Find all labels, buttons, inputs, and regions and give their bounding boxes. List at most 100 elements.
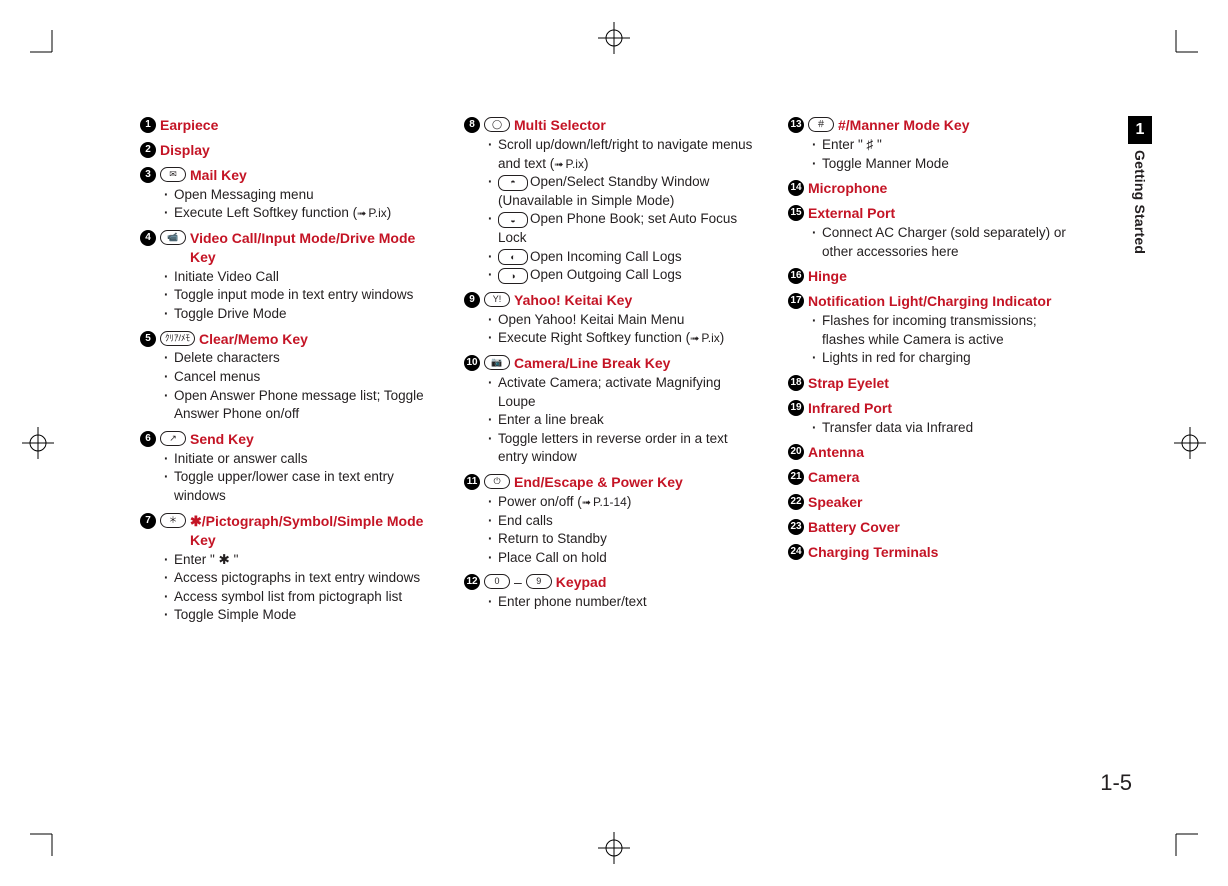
entry-title: End/Escape & Power Key	[514, 473, 683, 492]
entry-number-icon: 16	[788, 268, 804, 284]
entry-title: Battery Cover	[808, 518, 900, 537]
entry-sublist: Initiate or answer callsToggle upper/low…	[162, 450, 432, 506]
entry-5: 5ｸﾘｱ/ﾒﾓClear/Memo KeyDelete charactersCa…	[140, 330, 432, 424]
entry-1: 1Earpiece	[140, 116, 432, 135]
entry-number-icon: 24	[788, 544, 804, 560]
entry-title: Strap Eyelet	[808, 374, 889, 393]
entry-sublist: Open Yahoo! Keitai Main MenuExecute Righ…	[486, 311, 756, 348]
entry-8: 8◯Multi SelectorScroll up/down/left/righ…	[464, 116, 756, 285]
entry-sublist: Delete charactersCancel menusOpen Answer…	[162, 349, 432, 424]
entry-title: Camera	[808, 468, 859, 487]
cropmark-bottom-right	[1166, 824, 1198, 856]
entry-title: Speaker	[808, 493, 862, 512]
cropmark-bottom-left	[30, 824, 62, 856]
entry-16: 16Hinge	[788, 267, 1080, 286]
key-icon: ◒	[498, 212, 528, 228]
column-1: 1Earpiece 2Display 3✉Mail KeyOpen Messagin…	[140, 116, 432, 631]
entry-6: 6↗Send KeyInitiate or answer callsToggle…	[140, 430, 432, 506]
entry-13: 13＃#/Manner Mode KeyEnter " ♯ "Toggle Ma…	[788, 116, 1080, 173]
entry-number-icon: 7	[140, 513, 156, 529]
key-icon: 📹	[160, 230, 186, 245]
entry-21: 21Camera	[788, 468, 1080, 487]
entry-14: 14Microphone	[788, 179, 1080, 198]
page-reference-icon: P.ix	[554, 156, 584, 173]
entry-number-icon: 13	[788, 117, 804, 133]
entry-22: 22Speaker	[788, 493, 1080, 512]
entry-subitem: Toggle Simple Mode	[162, 606, 432, 625]
cropmark-top-left	[30, 30, 62, 62]
key-icon: Y!	[484, 292, 510, 307]
entry-subitem: ◑Open Outgoing Call Logs	[486, 266, 756, 285]
entry-3: 3✉Mail KeyOpen Messaging menuExecute Lef…	[140, 166, 432, 223]
entry-subitem: Access pictographs in text entry windows	[162, 569, 432, 588]
column-3: 13＃#/Manner Mode KeyEnter " ♯ "Toggle Ma…	[788, 116, 1080, 631]
entry-subitem: Initiate or answer calls	[162, 450, 432, 469]
entry-sublist: Activate Camera; activate Magnifying Lou…	[486, 374, 756, 467]
entry-11: 11⏻End/Escape & Power KeyPower on/off (P…	[464, 473, 756, 567]
entry-title: Clear/Memo Key	[199, 330, 308, 349]
key-icon: 📷	[484, 355, 510, 370]
entry-subitem: Enter a line break	[486, 411, 756, 430]
entry-number-icon: 2	[140, 142, 156, 158]
entry-10: 10 📷 Camera/Line Break KeyActivate Camera;…	[464, 354, 756, 467]
entry-number-icon: 19	[788, 400, 804, 416]
entry-number-icon: 22	[788, 494, 804, 510]
entry-subitem: Flashes for incoming transmissions; flas…	[810, 312, 1080, 349]
entry-title: Camera/Line Break Key	[514, 354, 670, 373]
entry-title: Hinge	[808, 267, 847, 286]
entry-subitem: ◐Open Incoming Call Logs	[486, 248, 756, 267]
entry-number-icon: 4	[140, 230, 156, 246]
content-columns: 1Earpiece 2Display 3✉Mail KeyOpen Messagin…	[140, 116, 1080, 631]
key-icon: ↗	[160, 431, 186, 446]
key-icon: ◓	[498, 175, 528, 191]
entry-2: 2Display	[140, 141, 432, 160]
entry-subitem: Connect AC Charger (sold separately) or …	[810, 224, 1080, 261]
entry-subitem: Cancel menus	[162, 368, 432, 387]
entry-subitem: Power on/off (P.1-14)	[486, 493, 756, 512]
entry-subitem: Open Answer Phone message list; Toggle A…	[162, 387, 432, 424]
chapter-number: 1	[1128, 116, 1152, 144]
entry-subitem: Enter " ✱ "	[162, 551, 432, 570]
entry-title: Multi Selector	[514, 116, 606, 135]
entry-title: Yahoo! Keitai Key	[514, 291, 632, 310]
entry-number-icon: 18	[788, 375, 804, 391]
entry-sublist: Enter phone number/text	[486, 593, 756, 612]
entry-sublist: Power on/off (P.1-14)End callsReturn to …	[486, 493, 756, 568]
entry-sublist: Enter " ✱ "Access pictographs in text en…	[162, 551, 432, 626]
entry-subitem: ◒Open Phone Book; set Auto Focus Lock	[486, 210, 756, 247]
entry-number-icon: 5	[140, 331, 156, 347]
chapter-tab: 1 Getting Started	[1128, 116, 1152, 254]
entry-number-icon: 6	[140, 431, 156, 447]
column-2: 8◯Multi SelectorScroll up/down/left/righ…	[464, 116, 756, 631]
key-icon: 0	[484, 574, 510, 589]
entry-number-icon: 15	[788, 205, 804, 221]
entry-subitem: Access symbol list from pictograph list	[162, 588, 432, 607]
entry-18: 18Strap Eyelet	[788, 374, 1080, 393]
entry-19: 19Infrared PortTransfer data via Infrare…	[788, 399, 1080, 438]
entry-title: Keypad	[556, 573, 607, 592]
entry-sublist: Enter " ♯ "Toggle Manner Mode	[810, 136, 1080, 173]
entry-subitem: Delete characters	[162, 349, 432, 368]
entry-title: Mail Key	[190, 166, 247, 185]
cropmark-top-right	[1166, 30, 1198, 62]
entry-subitem: Enter phone number/text	[486, 593, 756, 612]
entry-subitem: Open Messaging menu	[162, 186, 432, 205]
entry-23: 23Battery Cover	[788, 518, 1080, 537]
entry-12: 120 – 9KeypadEnter phone number/text	[464, 573, 756, 612]
entry-title: Antenna	[808, 443, 864, 462]
entry-number-icon: 10	[464, 355, 480, 371]
entry-15: 15External PortConnect AC Charger (sold …	[788, 204, 1080, 261]
registration-mark-bottom	[594, 828, 634, 868]
entry-title: Microphone	[808, 179, 887, 198]
entry-sublist: Initiate Video CallToggle input mode in …	[162, 268, 432, 324]
entry-number-icon: 9	[464, 292, 480, 308]
page-number: 1-5	[1100, 770, 1132, 796]
key-icon: ＊	[160, 513, 186, 528]
entry-subitem: Lights in red for charging	[810, 349, 1080, 368]
entry-subitem: Enter " ♯ "	[810, 136, 1080, 155]
entry-sublist: Connect AC Charger (sold separately) or …	[810, 224, 1080, 261]
entry-title: Charging Terminals	[808, 543, 938, 562]
entry-number-icon: 17	[788, 293, 804, 309]
entry-title: Earpiece	[160, 116, 218, 135]
page-reference-icon: P.ix	[690, 330, 720, 347]
